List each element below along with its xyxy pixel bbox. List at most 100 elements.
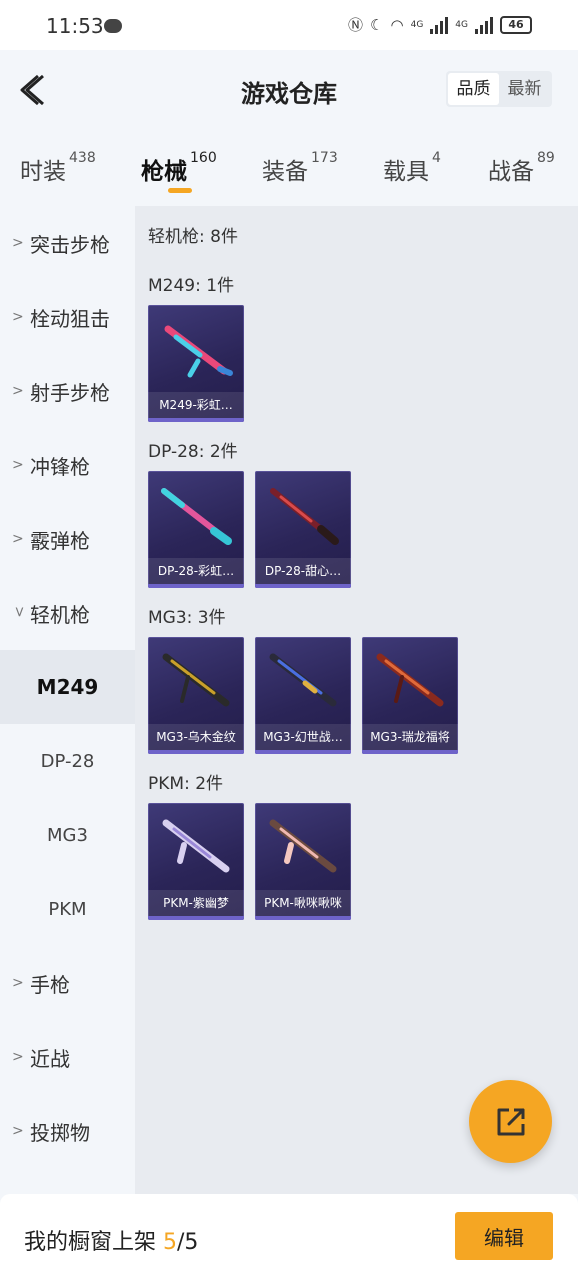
tab-label: 枪械 bbox=[141, 159, 187, 185]
group-title: M249: 1件 bbox=[148, 276, 235, 296]
sidebar-item-label: 射手步枪 bbox=[30, 380, 110, 405]
tab-label: 时装 bbox=[20, 159, 66, 185]
shelf-total-count: /5 bbox=[177, 1230, 199, 1255]
sidebar-item-smg[interactable]: > 冲锋枪 bbox=[0, 428, 135, 502]
item-card[interactable]: M249-彩虹… bbox=[148, 305, 244, 422]
sidebar-item-label: 霰弹枪 bbox=[30, 528, 90, 553]
chevron-right-icon: > bbox=[12, 235, 24, 251]
tab-count: 89 bbox=[537, 150, 555, 166]
sidebar-item-throwable[interactable]: > 投掷物 bbox=[0, 1094, 135, 1168]
battery-icon: 46 bbox=[500, 15, 532, 34]
sidebar-item-label: 手枪 bbox=[30, 972, 70, 997]
sidebar-item-lmg[interactable]: > 轻机枪 bbox=[0, 576, 135, 650]
status-time: 11:53 bbox=[46, 14, 104, 38]
sidebar-item-marksman-rifle[interactable]: > 射手步枪 bbox=[0, 354, 135, 428]
external-link-icon bbox=[497, 1108, 524, 1135]
sidebar-item-pistol[interactable]: > 手枪 bbox=[0, 946, 135, 1020]
item-card[interactable]: DP-28-甜心… bbox=[255, 471, 351, 588]
chevron-right-icon: > bbox=[12, 457, 24, 473]
sidebar: > 突击步枪 > 栓动狙击 > 射手步枪 > 冲锋枪 > 霰弹枪 > 轻机枪 M249 DP… bbox=[0, 206, 135, 1194]
network-label-2: 4G bbox=[455, 19, 468, 30]
shelf-current-count: 5 bbox=[163, 1230, 178, 1255]
chevron-right-icon: > bbox=[12, 1049, 24, 1065]
rifle-icon bbox=[270, 488, 339, 545]
sidebar-item-label: 冲锋枪 bbox=[30, 454, 90, 479]
sidebar-item-label: 栓动狙击 bbox=[30, 306, 110, 331]
item-name: PKM-啾咪啾咪 bbox=[255, 890, 351, 916]
group-title: MG3: 3件 bbox=[148, 608, 226, 628]
item-name: MG3-瑞龙福将 bbox=[362, 724, 458, 750]
item-name: MG3-乌木金纹 bbox=[148, 724, 244, 750]
item-name: DP-28-彩虹… bbox=[148, 558, 244, 584]
sidebar-sub-dp28[interactable]: DP-28 bbox=[0, 724, 135, 798]
chevron-right-icon: > bbox=[12, 309, 24, 325]
item-card[interactable]: PKM-啾咪啾咪 bbox=[255, 803, 351, 920]
tab-count: 438 bbox=[69, 150, 96, 166]
network-label-1: 4G bbox=[410, 19, 424, 30]
wifi-icon: ◠ bbox=[390, 15, 404, 34]
item-card[interactable]: DP-28-彩虹… bbox=[148, 471, 244, 588]
tab-supplies[interactable]: 战备89 bbox=[488, 150, 555, 186]
sidebar-item-assault-rifle[interactable]: > 突击步枪 bbox=[0, 206, 135, 280]
tab-vehicles[interactable]: 载具4 bbox=[383, 150, 441, 186]
item-card[interactable]: MG3-乌木金纹 bbox=[148, 637, 244, 754]
tab-firearms[interactable]: 枪械160 bbox=[141, 150, 217, 186]
sidebar-item-label: 投掷物 bbox=[30, 1120, 90, 1145]
active-tab-indicator bbox=[168, 188, 192, 193]
sidebar-item-label: 轻机枪 bbox=[30, 602, 90, 627]
rifle-icon bbox=[376, 653, 444, 707]
tab-label: 战备 bbox=[488, 159, 534, 185]
group-title: PKM: 2件 bbox=[148, 774, 224, 794]
chevron-right-icon: > bbox=[12, 383, 24, 399]
tab-label: 装备 bbox=[262, 159, 308, 185]
rifle-icon bbox=[164, 325, 233, 378]
status-bar: 11:53 Ⓝ ☾ ◠ 4G 4G 46 bbox=[0, 0, 578, 50]
item-name: MG3-幻世战… bbox=[255, 724, 351, 750]
bottom-bar: 我的橱窗上架 5/5 编辑 bbox=[0, 1194, 578, 1280]
edit-button[interactable]: 编辑 bbox=[455, 1212, 553, 1260]
category-tabs: 时装438 枪械160 装备173 载具4 战备89 bbox=[0, 134, 578, 206]
share-fab-button[interactable] bbox=[469, 1080, 552, 1163]
item-grid-panel: 轻机枪: 8件 M249: 1件 M249-彩虹… DP-28: 2件 DP-2… bbox=[135, 206, 578, 1194]
item-name: DP-28-甜心… bbox=[255, 558, 351, 584]
sort-toggle: 品质 最新 bbox=[446, 71, 552, 107]
item-name: M249-彩虹… bbox=[148, 392, 244, 418]
tab-count: 160 bbox=[190, 150, 217, 166]
sidebar-item-label: 近战 bbox=[30, 1046, 70, 1071]
tab-outfits[interactable]: 时装438 bbox=[20, 150, 96, 186]
nfc-icon: Ⓝ bbox=[348, 16, 364, 34]
shelf-status: 我的橱窗上架 5/5 bbox=[24, 1224, 198, 1256]
signal-icon bbox=[430, 16, 449, 34]
rifle-icon bbox=[269, 819, 337, 873]
item-card[interactable]: MG3-瑞龙福将 bbox=[362, 637, 458, 754]
chevron-right-icon: > bbox=[12, 531, 24, 547]
sidebar-item-melee[interactable]: > 近战 bbox=[0, 1020, 135, 1094]
tab-label: 载具 bbox=[383, 159, 429, 185]
sidebar-sub-mg3[interactable]: MG3 bbox=[0, 798, 135, 872]
chevron-right-icon: > bbox=[12, 975, 24, 991]
header: 游戏仓库 品质 最新 bbox=[0, 50, 578, 134]
tab-equipment[interactable]: 装备173 bbox=[262, 150, 338, 186]
item-name: PKM-紫幽梦 bbox=[148, 890, 244, 916]
status-icons: Ⓝ ☾ ◠ 4G 4G 46 bbox=[348, 14, 532, 35]
tab-count: 173 bbox=[311, 150, 338, 166]
chevron-down-icon: > bbox=[11, 606, 27, 618]
sidebar-item-label: 突击步枪 bbox=[30, 232, 110, 257]
moon-icon: ☾ bbox=[370, 15, 384, 34]
item-card[interactable]: MG3-幻世战… bbox=[255, 637, 351, 754]
item-card[interactable]: PKM-紫幽梦 bbox=[148, 803, 244, 920]
rifle-icon bbox=[269, 653, 337, 707]
sort-newest-option[interactable]: 最新 bbox=[499, 73, 550, 105]
sidebar-item-shotgun[interactable]: > 霰弹枪 bbox=[0, 502, 135, 576]
sidebar-sub-m249[interactable]: M249 bbox=[0, 650, 135, 724]
sidebar-sub-pkm[interactable]: PKM bbox=[0, 872, 135, 946]
tab-count: 4 bbox=[432, 150, 441, 166]
rifle-icon bbox=[162, 653, 230, 707]
group-title: DP-28: 2件 bbox=[148, 442, 238, 462]
sidebar-item-bolt-sniper[interactable]: > 栓动狙击 bbox=[0, 280, 135, 354]
signal-icon-2 bbox=[475, 16, 493, 34]
sort-quality-option[interactable]: 品质 bbox=[448, 73, 499, 105]
category-heading: 轻机枪: 8件 bbox=[148, 227, 238, 247]
rifle-icon bbox=[161, 488, 232, 545]
chat-notification-icon bbox=[104, 19, 122, 33]
